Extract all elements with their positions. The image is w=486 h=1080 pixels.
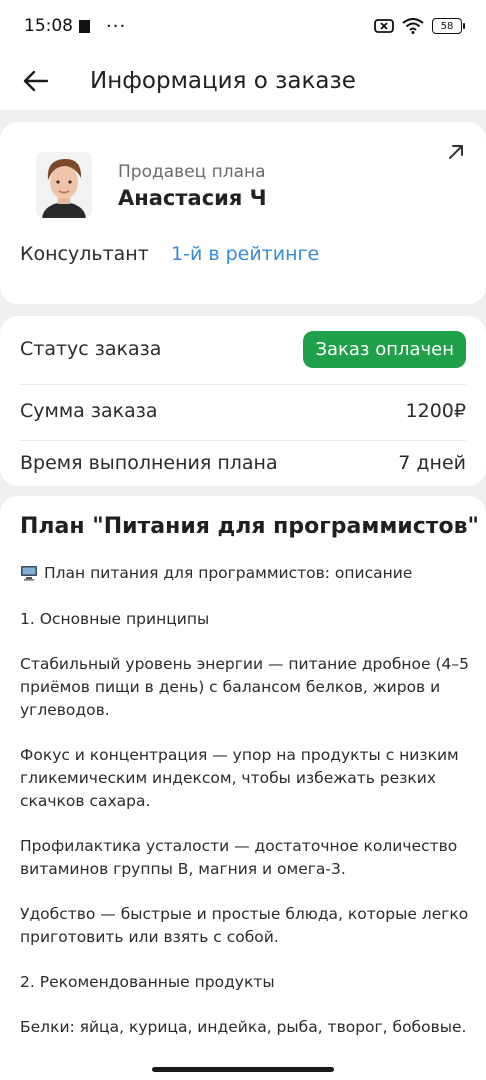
plan-duration-row: Время выполнения плана 7 дней [20, 434, 466, 492]
plan-duration-label: Время выполнения плана [20, 452, 278, 474]
app-bar: Информация о заказе [0, 52, 486, 110]
arrow-up-right-icon [449, 145, 463, 159]
avatar [36, 152, 92, 218]
back-button[interactable] [6, 52, 66, 110]
seller-card[interactable]: Продавец плана Анастасия Ч Консультант 1… [0, 122, 486, 304]
seller-label: Продавец плана [118, 162, 266, 182]
arrow-left-icon [23, 70, 49, 92]
status-time: 15:08 [24, 16, 73, 36]
battery-icon: 58 [432, 18, 465, 34]
screen: 15:08 ··· 58 Информация о заказе Продаве… [0, 0, 486, 1080]
plan-duration-value: 7 дней [398, 452, 466, 474]
order-sum-row: Сумма заказа 1200₽ [20, 382, 466, 440]
desktop-computer-icon [20, 565, 38, 588]
plan-paragraph: Фокус и концентрация — упор на продукты … [20, 746, 459, 810]
plan-description: План питания для программистов: описание… [20, 562, 470, 1061]
order-card: Статус заказа Заказ оплачен Сумма заказа… [0, 316, 486, 486]
page-title: Информация о заказе [90, 68, 356, 94]
consultant-label: Консультант [20, 243, 149, 265]
wifi-icon [402, 18, 424, 34]
notification-icon [79, 19, 90, 33]
consultant-rank-link[interactable]: 1-й в рейтинге [171, 243, 319, 265]
plan-paragraph: 2. Рекомендованные продукты [20, 973, 275, 991]
plan-paragraph: Белки: яйца, курица, индейка, рыба, твор… [20, 1018, 467, 1036]
plan-paragraph: План питания для программистов: описание [20, 562, 470, 588]
plan-paragraph: Профилактика усталости — достаточное кол… [20, 837, 458, 878]
plan-paragraph: 1. Основные принципы [20, 610, 210, 628]
order-sum-label: Сумма заказа [20, 400, 158, 422]
order-sum-value: 1200₽ [405, 400, 466, 422]
more-notifications-icon: ··· [106, 15, 127, 37]
mute-icon [374, 18, 394, 34]
open-seller-button[interactable] [442, 138, 470, 166]
status-badge: Заказ оплачен [303, 330, 466, 368]
order-status-label: Статус заказа [20, 338, 162, 360]
plan-card: План "Питания для программистов" План пи… [0, 496, 486, 1080]
plan-paragraph: Стабильный уровень энергии — питание дро… [20, 655, 470, 719]
plan-paragraph: Удобство — быстрые и простые блюда, кото… [20, 905, 469, 946]
home-indicator[interactable] [152, 1067, 334, 1072]
plan-title: План "Питания для программистов" [20, 514, 480, 539]
seller-name: Анастасия Ч [118, 186, 267, 210]
battery-level: 58 [440, 20, 454, 32]
order-status-row: Статус заказа Заказ оплачен [20, 320, 466, 378]
status-bar: 15:08 ··· 58 [0, 0, 486, 52]
plan-paragraph-text: План питания для программистов: описание [44, 564, 413, 582]
